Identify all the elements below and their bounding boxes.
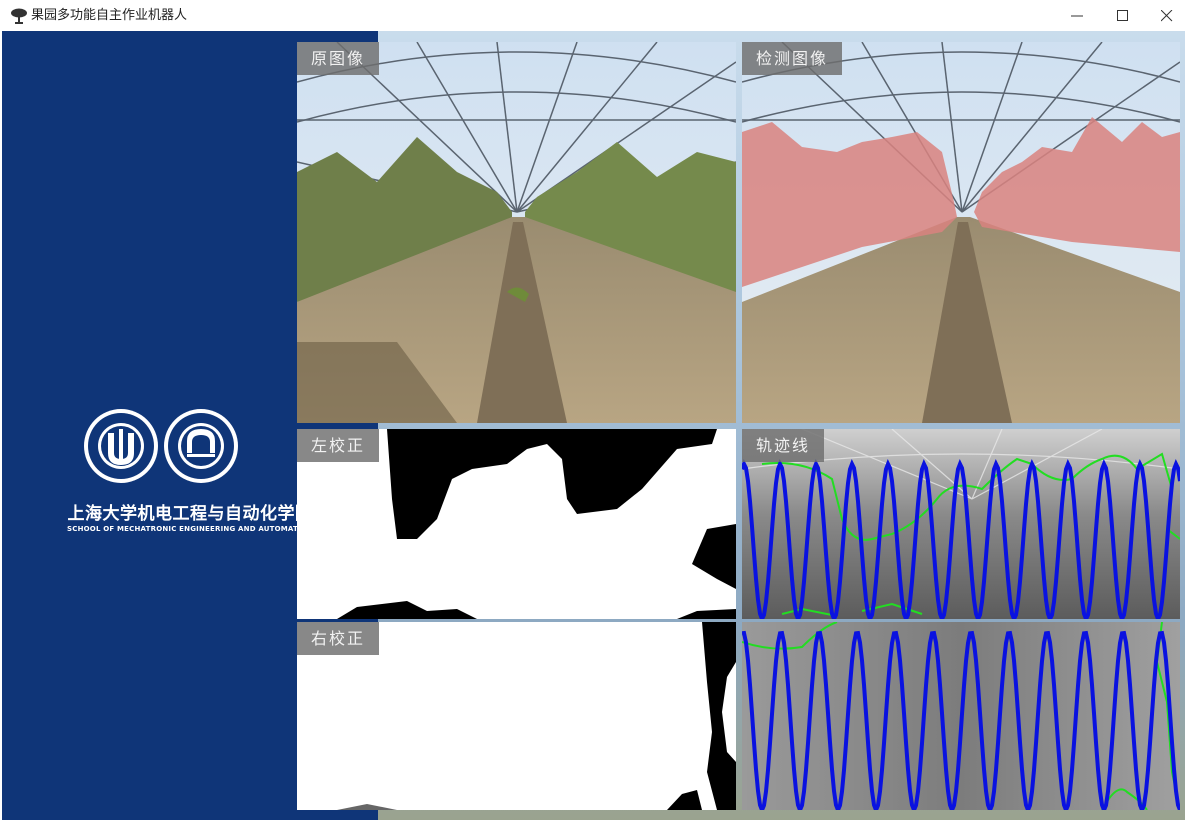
trajectory-panel-top: 轨迹线: [742, 429, 1180, 619]
mechatronic-school-seal-icon: [164, 409, 238, 483]
trajectory-label: 轨迹线: [742, 429, 825, 462]
minimize-icon: [1071, 15, 1083, 17]
left-correction-label: 左校正: [297, 429, 380, 462]
right-correction-panel: 右校正: [297, 622, 736, 810]
left-correction-panel: 左校正: [297, 429, 736, 619]
detection-photo: [742, 42, 1180, 423]
minimize-button[interactable]: [1054, 0, 1100, 31]
maximize-icon: [1117, 10, 1128, 21]
window-title: 果园多功能自主作业机器人: [31, 8, 188, 23]
right-correction-label: 右校正: [297, 622, 380, 655]
trajectory-panel-bottom: [742, 622, 1180, 810]
shanghai-university-seal-icon: [84, 409, 158, 483]
maximize-button[interactable]: [1100, 0, 1146, 31]
close-button[interactable]: [1144, 0, 1185, 31]
original-image-label: 原图像: [297, 42, 380, 75]
school-logos: [84, 401, 244, 495]
original-image-panel: 原图像: [297, 42, 736, 423]
title-bar[interactable]: 果园多功能自主作业机器人: [0, 0, 1185, 31]
detection-image-panel: 检测图像: [742, 42, 1180, 423]
tree-icon: [10, 7, 28, 25]
close-icon: [1161, 10, 1173, 22]
trajectory-plot-bottom: [742, 622, 1180, 810]
detection-image-label: 检测图像: [742, 42, 843, 75]
orchard-photo: [297, 42, 736, 423]
